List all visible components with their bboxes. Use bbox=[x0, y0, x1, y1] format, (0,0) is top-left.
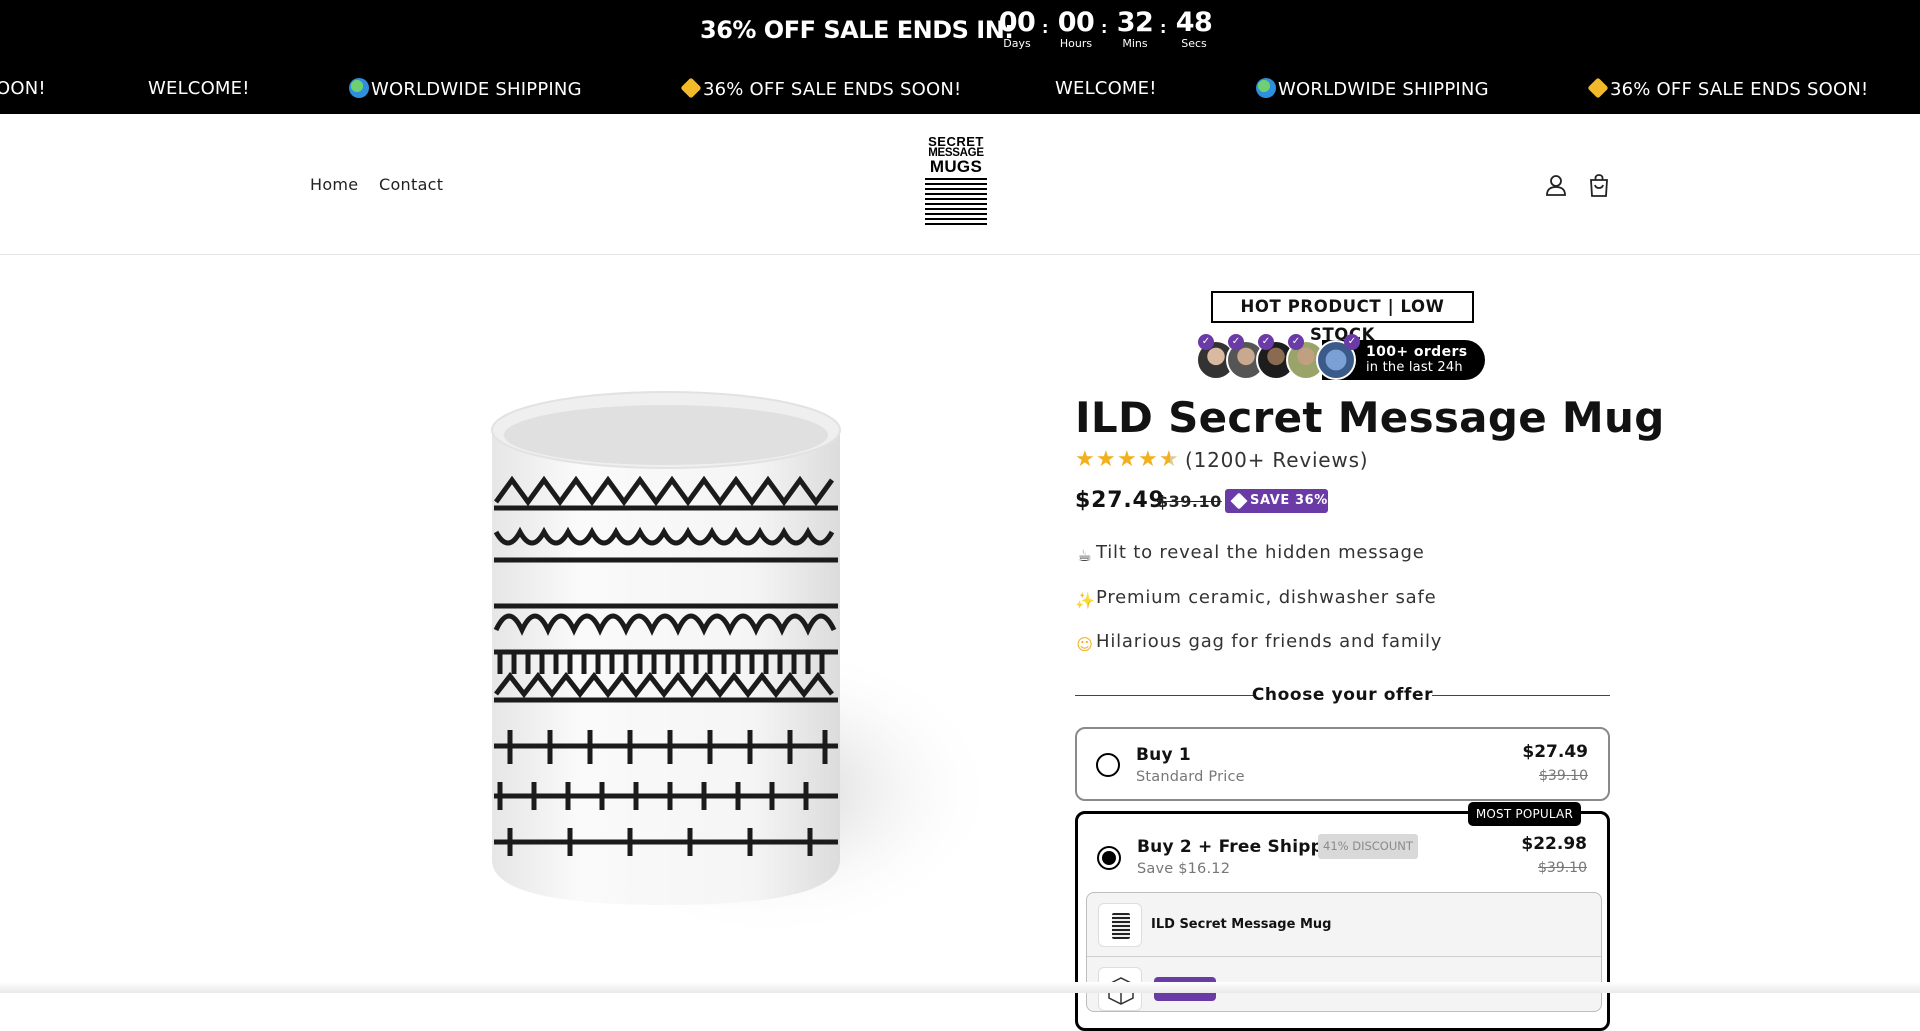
offer-radio[interactable] bbox=[1097, 846, 1121, 870]
countdown-bar: 36% OFF SALE ENDS IN: 00 Days : 00 Hours… bbox=[0, 0, 1920, 56]
marquee-item: WELCOME! bbox=[1055, 78, 1157, 99]
account-icon[interactable] bbox=[1543, 172, 1569, 198]
countdown-hours-value: 00 bbox=[1057, 7, 1095, 38]
reviews-count[interactable]: (1200+ Reviews) bbox=[1185, 448, 1368, 472]
marquee-item: 36% OFF SALE ENDS SOON! bbox=[680, 77, 961, 100]
orders-count: 100+ orders bbox=[1366, 344, 1468, 360]
feature-bullet: ☕ Tilt to reveal the hidden message bbox=[1075, 542, 1425, 566]
product-price: $27.49 bbox=[1075, 488, 1165, 513]
marquee-item: WELCOME! bbox=[148, 78, 250, 99]
bundle-item-name: ILD Secret Message Mug bbox=[1151, 917, 1332, 932]
countdown-days: 00 Days bbox=[992, 9, 1042, 50]
announcement-marquee: OON! WELCOME! WORLDWIDE SHIPPING 36% OFF… bbox=[0, 56, 1920, 114]
star-icon: ★ bbox=[1075, 447, 1095, 472]
product-title: ILD Secret Message Mug bbox=[1075, 393, 1665, 442]
countdown-separator: : bbox=[1042, 18, 1049, 37]
product-image[interactable] bbox=[470, 390, 1000, 950]
offer-subtitle: Standard Price bbox=[1136, 769, 1245, 785]
tag-icon bbox=[1587, 77, 1609, 99]
globe-icon bbox=[349, 78, 369, 98]
sparkles-icon: ✨ bbox=[1075, 591, 1096, 610]
countdown-days-label: Days bbox=[1003, 37, 1031, 50]
countdown-secs-label: Secs bbox=[1181, 37, 1207, 50]
cart-icon[interactable] bbox=[1586, 172, 1612, 198]
logo-pattern bbox=[925, 177, 987, 225]
bundle-item-thumbnail bbox=[1098, 903, 1142, 947]
offer-compare-price: $39.10 bbox=[1538, 860, 1587, 876]
countdown-secs: 48 Secs bbox=[1169, 9, 1219, 50]
offer-compare-price: $39.10 bbox=[1539, 768, 1588, 784]
star-icon: ★ bbox=[1117, 447, 1137, 472]
offer-name: Buy 1 bbox=[1136, 745, 1191, 765]
hot-product-badge: HOT PRODUCT | LOW STOCK bbox=[1211, 291, 1474, 344]
countdown-title: 36% OFF SALE ENDS IN: bbox=[700, 16, 1014, 44]
star-icon: ★ bbox=[1096, 447, 1116, 472]
offer-divider: Choose your offer bbox=[1075, 685, 1610, 705]
nav-home-link[interactable]: Home bbox=[310, 175, 358, 194]
offer-buy-1[interactable]: Buy 1 Standard Price $27.49 $39.10 bbox=[1075, 727, 1610, 801]
countdown-secs-value: 48 bbox=[1175, 7, 1213, 38]
verified-check-icon: ✓ bbox=[1198, 334, 1214, 350]
offer-price: $22.98 bbox=[1521, 834, 1587, 854]
site-header: Home Contact SECRET MESSAGE MUGS bbox=[0, 114, 1920, 255]
logo-line-3: MUGS bbox=[929, 157, 983, 176]
save-badge: SAVE 36% bbox=[1225, 489, 1328, 513]
verified-check-icon: ✓ bbox=[1344, 334, 1360, 350]
verified-check-icon: ✓ bbox=[1288, 334, 1304, 350]
tag-icon bbox=[680, 77, 702, 99]
marquee-item: OON! bbox=[0, 78, 46, 99]
offer-radio[interactable] bbox=[1096, 753, 1120, 777]
tag-icon bbox=[1230, 492, 1248, 510]
countdown-mins-value: 32 bbox=[1116, 7, 1154, 38]
bottom-edge bbox=[0, 982, 1920, 993]
bundle-items: ILD Secret Message Mug Select bbox=[1086, 892, 1602, 1012]
orders-period: in the last 24h bbox=[1366, 360, 1463, 375]
countdown-days-value: 00 bbox=[998, 7, 1036, 38]
offer-subtitle: Save $16.12 bbox=[1137, 861, 1231, 877]
feature-bullet: ☺ Hilarious gag for friends and family bbox=[1076, 631, 1443, 654]
nav-contact-link[interactable]: Contact bbox=[379, 175, 443, 194]
verified-check-icon: ✓ bbox=[1228, 334, 1244, 350]
compare-price: $39.10 bbox=[1157, 492, 1222, 511]
marquee-item: WORLDWIDE SHIPPING bbox=[349, 78, 582, 100]
star-icon: ★ bbox=[1138, 447, 1158, 472]
most-popular-badge: MOST POPULAR bbox=[1467, 802, 1581, 826]
offer-buy-2[interactable]: MOST POPULAR Buy 2 + Free Shipping 41% D… bbox=[1075, 802, 1610, 1031]
discount-badge: 41% DISCOUNT bbox=[1318, 834, 1418, 859]
coffee-icon: ☕ bbox=[1077, 546, 1093, 565]
recent-orders-pill: 100+ orders in the last 24h ✓ ✓ ✓ ✓ ✓ bbox=[1196, 334, 1485, 382]
site-logo[interactable]: SECRET MESSAGE MUGS bbox=[924, 135, 988, 232]
countdown-hours: 00 Hours bbox=[1051, 9, 1101, 50]
countdown-mins-label: Mins bbox=[1122, 37, 1148, 50]
save-badge-label: SAVE 36% bbox=[1250, 493, 1328, 508]
bundle-row: ILD Secret Message Mug bbox=[1087, 893, 1601, 957]
laughing-face-icon: ☺ bbox=[1076, 635, 1094, 654]
half-star-icon: ★ bbox=[1159, 447, 1179, 472]
divider-line bbox=[1432, 695, 1610, 696]
marquee-item: 36% OFF SALE ENDS SOON! bbox=[1587, 77, 1868, 100]
countdown-separator: : bbox=[1101, 18, 1108, 37]
feature-bullet: ✨Premium ceramic, dishwasher safe bbox=[1075, 587, 1437, 610]
globe-icon bbox=[1256, 78, 1276, 98]
countdown-mins: 32 Mins bbox=[1110, 9, 1160, 50]
countdown-separator: : bbox=[1160, 18, 1167, 37]
offer-price: $27.49 bbox=[1522, 742, 1588, 762]
verified-check-icon: ✓ bbox=[1258, 334, 1274, 350]
countdown-hours-label: Hours bbox=[1059, 37, 1093, 50]
marquee-item: WORLDWIDE SHIPPING bbox=[1256, 78, 1489, 100]
